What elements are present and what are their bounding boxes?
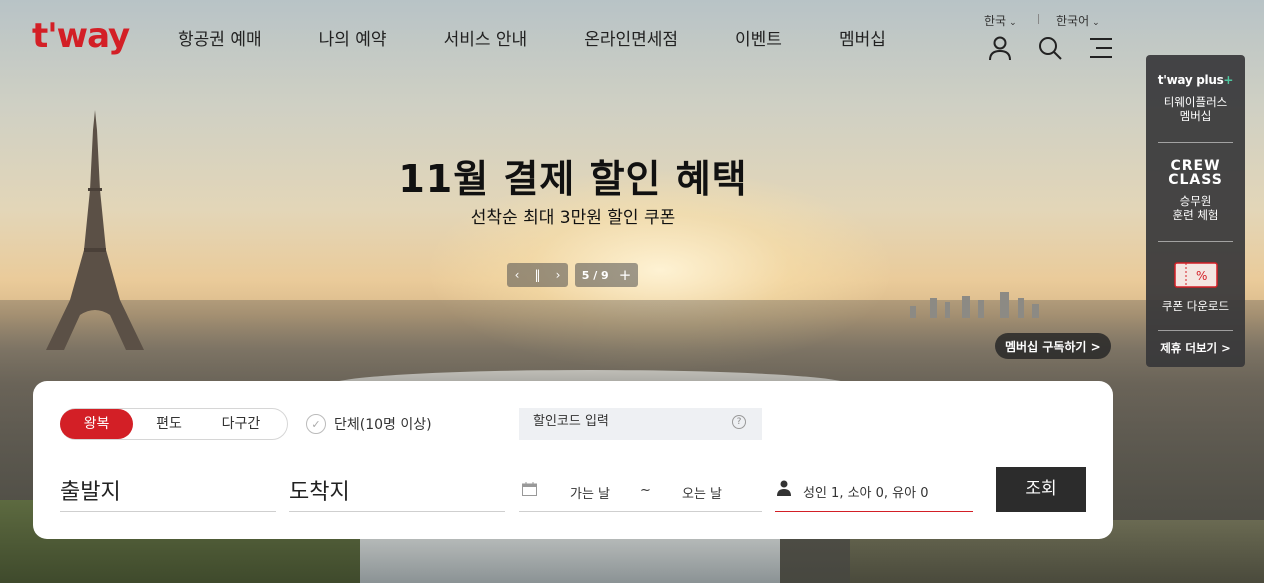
banner-subtitle: 선착순 최대 3만원 할인 쿠폰 [470,208,676,228]
svg-text:%: % [1196,269,1207,283]
eiffel-tower [46,110,144,350]
nav-item-membership[interactable]: 멤버십 [839,25,886,50]
slide-counter-text: 5 / 9 [581,268,609,282]
crew-class-label-line1: 승무원 [1179,194,1212,208]
tway-plus-label-line2: 멤버십 [1179,109,1212,123]
menu-icon[interactable] [1088,35,1114,61]
language-select[interactable]: 한국어 ⌄ [1056,12,1100,29]
crew-class-label-line2: 훈련 체험 [1172,208,1219,222]
pause-icon[interactable]: ‖ [535,268,541,282]
check-icon: ✓ [306,414,326,434]
user-icon[interactable] [987,35,1013,61]
departure-date-label: 가는 날 [570,487,611,502]
nav-item-duty-free[interactable]: 온라인면세점 [584,25,678,50]
search-icon[interactable] [1037,35,1063,61]
side-item-partner-more[interactable]: 제휴 더보기 > [1146,341,1245,355]
chevron-down-icon: ⌄ [1009,18,1017,28]
person-icon [777,480,791,496]
lang-divider [1038,14,1039,24]
side-quick-panel: t'way plus+ 티웨이플러스 멤버십 CREW CLASS 승무원 훈련… [1146,55,1245,367]
nav-item-events[interactable]: 이벤트 [735,25,782,50]
date-separator: ~ [640,483,651,498]
river-foreground [360,538,780,583]
side-item-tway-plus[interactable]: t'way plus+ 티웨이플러스 멤버십 [1146,73,1245,123]
search-button[interactable]: 조회 [996,467,1086,512]
date-field[interactable]: 가는 날 ~ 오는 날 [519,466,762,512]
side-item-coupon[interactable]: % 쿠폰 다운로드 [1146,260,1245,313]
destination-field[interactable]: 도착지 [289,466,505,512]
trip-type-tabs: 왕복 편도 다구간 [60,408,288,440]
plus-icon[interactable]: + [619,266,632,284]
tab-multi-city[interactable]: 다구간 [205,409,277,439]
banner-title[interactable]: 11월 결제 할인 혜택 [0,148,1146,203]
membership-subscribe-button[interactable]: 멤버십 구독하기 > [995,333,1111,359]
tab-round-trip[interactable]: 왕복 [60,409,133,439]
nav-item-my-reservation[interactable]: 나의 예약 [319,25,387,50]
passenger-field[interactable]: 성인 1, 소아 0, 유아 0 [775,466,973,512]
origin-field[interactable]: 출발지 [60,466,276,512]
group-booking-checkbox[interactable]: ✓ 단체(10명 이상) [306,414,432,434]
coupon-label: 쿠폰 다운로드 [1161,299,1230,313]
help-icon[interactable]: ? [732,415,746,429]
prev-slide-icon[interactable]: ‹ [515,268,520,282]
coupon-icon: % [1173,262,1218,288]
booking-panel: 왕복 편도 다구간 ✓ 단체(10명 이상) 할인코드 입력 ? 출발지 도착지… [33,381,1113,539]
tway-logo[interactable]: t'way [32,16,130,56]
nav-item-booking[interactable]: 항공권 예매 [178,25,262,50]
calendar-icon [522,482,537,496]
crew-class-logo: CREW CLASS [1168,158,1223,188]
side-divider [1158,142,1233,143]
return-date-label: 오는 날 [682,487,723,502]
skyline-towers [910,292,1039,318]
tway-plus-label-line1: 티웨이플러스 [1163,95,1228,109]
passenger-summary: 성인 1, 소아 0, 유아 0 [803,486,929,501]
nav-item-service-guide[interactable]: 서비스 안내 [444,25,528,50]
region-label: 한국 [984,14,1007,28]
group-booking-label: 단체(10명 이상) [334,417,432,433]
chevron-down-icon: ⌄ [1092,18,1100,28]
slide-counter: 5 / 9 + [575,263,638,287]
side-divider [1158,241,1233,242]
promo-code-placeholder: 할인코드 입력 [533,414,609,429]
tway-plus-logo: t'way plus+ [1157,73,1234,87]
region-select[interactable]: 한국 ⌄ [984,12,1017,29]
language-label: 한국어 [1056,14,1090,28]
promo-code-field[interactable]: 할인코드 입력 ? [519,408,762,440]
slide-controls: ‹ ‖ › [507,263,568,287]
next-slide-icon[interactable]: › [556,268,561,282]
side-item-crew-class[interactable]: CREW CLASS 승무원 훈련 체험 [1146,159,1245,222]
main-nav: 항공권 예매 나의 예약 서비스 안내 온라인면세점 이벤트 멤버십 [178,25,943,50]
tab-one-way[interactable]: 편도 [133,409,205,439]
side-divider [1158,330,1233,331]
